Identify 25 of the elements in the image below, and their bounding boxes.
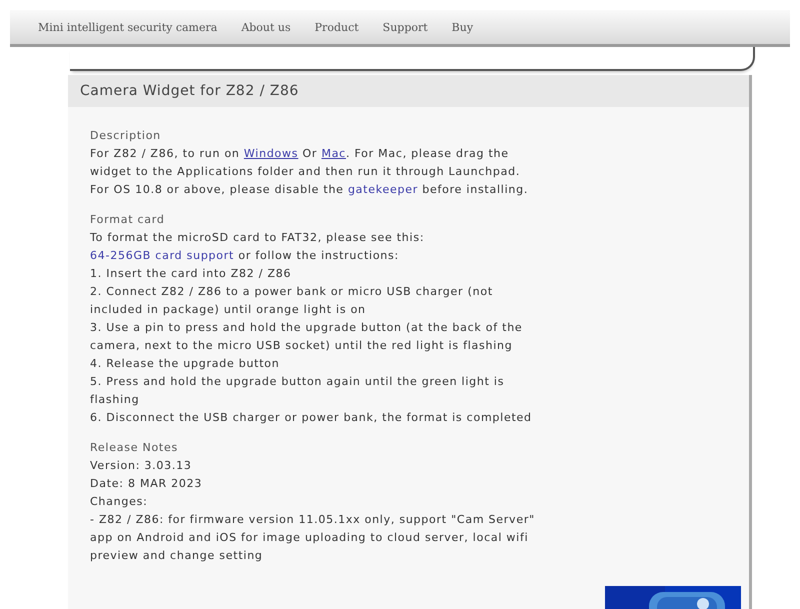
panel-title: Camera Widget for Z82 / Z86 bbox=[68, 75, 749, 107]
paragraph: 6. Disconnect the USB charger or power bank, the format is completed bbox=[90, 410, 533, 426]
nav-link[interactable]: Support bbox=[382, 20, 428, 34]
nav-link[interactable]: Buy bbox=[452, 20, 474, 34]
text-link[interactable]: Windows bbox=[244, 147, 298, 160]
paragraph: Version: 3.03.13 bbox=[90, 458, 193, 474]
section-heading: Description bbox=[90, 128, 162, 144]
paragraph: For Z82 / Z86, to run on Windows Or Mac. For Mac, please drag the widget to the Applications folder and then run it through Launchpad. For OS 10.8 or above, please disable the gatekeeper before installing. bbox=[90, 146, 530, 198]
text-link[interactable]: 64-256GB card support bbox=[90, 249, 234, 262]
nav-link[interactable]: Mini intelligent security camera bbox=[38, 20, 218, 34]
paragraph: Date: 8 MAR 2023 bbox=[90, 476, 204, 492]
paragraph: - Z82 / Z86: for firmware version 11.05.1xx only, support "Cam Server" app on Android and iOS for image uploading to cloud server, local wifi preview and change setting bbox=[90, 512, 536, 564]
paragraph: 1. Insert the card into Z82 / Z86 bbox=[90, 266, 292, 282]
paragraph: To format the microSD card to FAT32, please see this: 64-256GB card support or follow the instructions: bbox=[90, 230, 426, 264]
text-link[interactable]: gatekeeper bbox=[348, 183, 418, 196]
nav-link[interactable]: About us bbox=[241, 20, 291, 34]
paragraph: 4. Release the upgrade button bbox=[90, 356, 280, 372]
section-heading: Format card bbox=[90, 212, 166, 228]
paragraph: 5. Press and hold the upgrade button again until the green light is flashing bbox=[90, 374, 506, 408]
paragraph: 2. Connect Z82 / Z86 to a power bank or micro USB charger (not included in package) until orange light is on bbox=[90, 284, 494, 318]
section-heading: Release Notes bbox=[90, 440, 179, 456]
text-link[interactable]: Mac bbox=[321, 147, 346, 160]
paragraph: 3. Use a pin to press and hold the upgrade button (at the back of the camera, next to the micro USB socket) until the red light is flashing bbox=[90, 320, 524, 354]
paragraph: Changes: bbox=[90, 494, 149, 510]
nav-link[interactable]: Product bbox=[314, 20, 359, 34]
